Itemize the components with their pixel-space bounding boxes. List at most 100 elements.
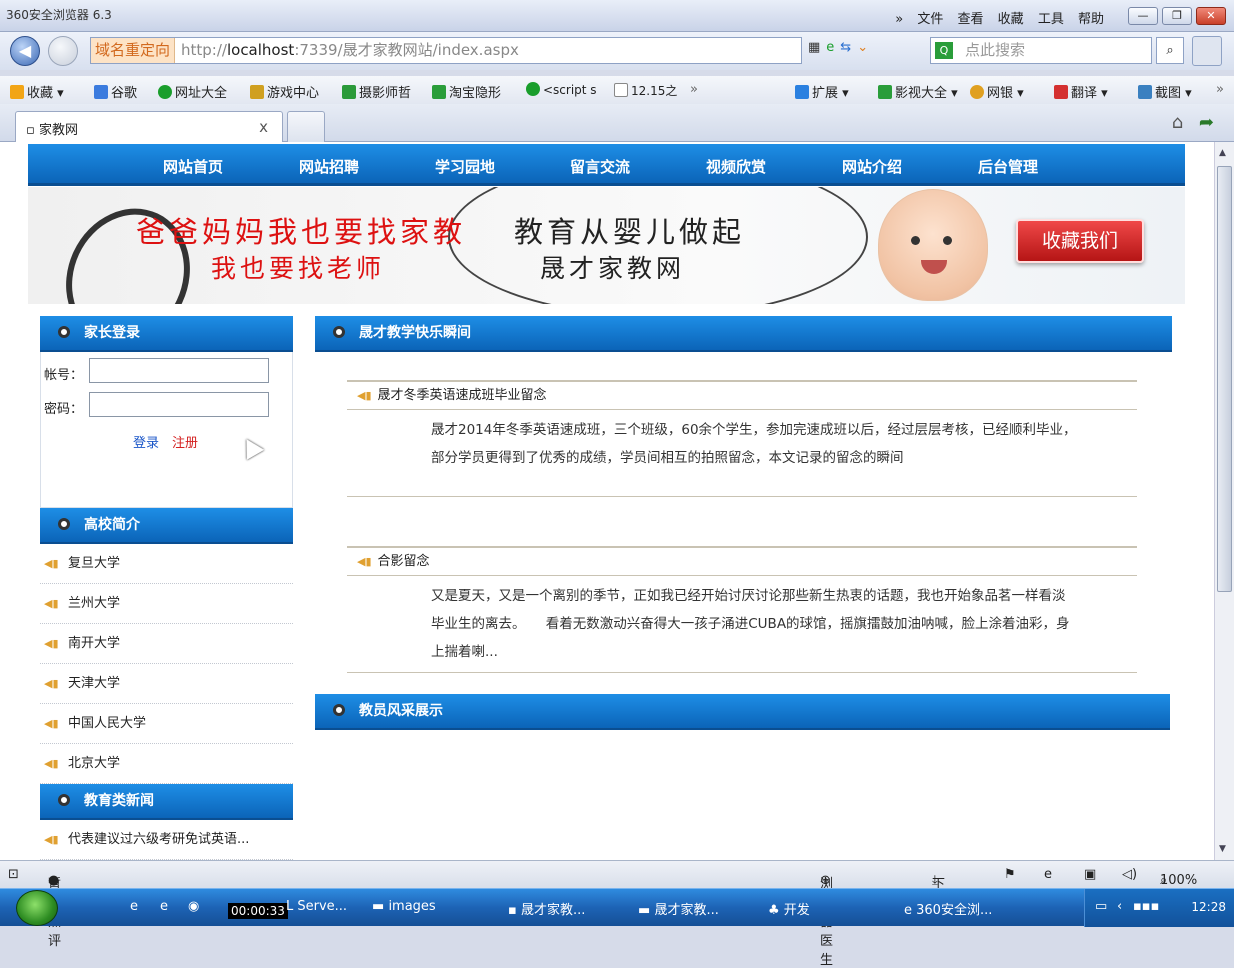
login-link[interactable]: 登录	[133, 432, 159, 451]
taskbar-item-sqlserver[interactable]: L Serve...	[286, 899, 347, 914]
login-panel: 帐号： 密码： 登录 注册	[40, 352, 293, 508]
page-icon	[614, 83, 628, 97]
search-engine-icon[interactable]: Q	[935, 42, 953, 59]
article-title[interactable]: ◀▮ 合影留念	[347, 548, 1137, 576]
speaker-bullet-icon: ◀▮	[44, 557, 59, 570]
taskbar-item-site-1[interactable]: ▪ 晟才家教...	[508, 899, 585, 918]
list-item[interactable]: ◀▮ 南开大学	[40, 624, 293, 664]
sidebar-toggle-icon[interactable]: ⊡	[8, 867, 19, 882]
taskbar-item-dev[interactable]: ♣ 开发	[768, 899, 810, 918]
menu-favorites[interactable]: 收藏	[998, 12, 1024, 27]
search-button[interactable]: ⌕	[1156, 37, 1184, 64]
recording-timer: 00:00:33	[228, 903, 288, 919]
bullet-icon	[333, 326, 345, 338]
tab-close-button[interactable]: x	[259, 118, 268, 136]
list-item[interactable]: ◀▮ 天津大学	[40, 664, 293, 704]
fav-item-photographer[interactable]: 摄影师哲	[342, 82, 411, 101]
ie-mode-icon[interactable]: e	[826, 40, 834, 55]
new-tab-button[interactable]	[287, 111, 325, 142]
back-button[interactable]: ◀	[10, 36, 40, 66]
keyboard-icon[interactable]: ▭	[1095, 899, 1107, 914]
tray-apps-icon[interactable]: ▪▪▪	[1133, 899, 1159, 914]
undo-arrow-icon[interactable]: ➦	[1199, 112, 1214, 133]
list-item[interactable]: ◀▮ 代表建议过六级考研免试英语...	[40, 820, 293, 860]
forward-button[interactable]	[48, 36, 78, 66]
menu-view[interactable]: 查看	[958, 12, 984, 27]
menu-help[interactable]: 帮助	[1078, 12, 1104, 27]
nav-admin[interactable]: 后台管理	[978, 156, 1038, 177]
window-icon[interactable]: ▣	[1084, 867, 1096, 882]
right-column: 晟才教学快乐瞬间 ◀▮ 晟才冬季英语速成班毕业留念 晟才2014年冬季英语速成班，…	[315, 316, 1172, 730]
taskbar-item-images[interactable]: ▬ images	[372, 899, 436, 914]
register-link[interactable]: 注册	[172, 432, 198, 451]
scroll-thumb[interactable]	[1217, 166, 1232, 592]
taskbar-item-360browser[interactable]: e 360安全浏...	[904, 899, 992, 918]
menu-tools[interactable]: 工具	[1038, 12, 1064, 27]
nav-home[interactable]: 网站首页	[163, 156, 223, 177]
list-item[interactable]: ◀▮ 复旦大学	[40, 544, 293, 584]
taskbar-item-site-2[interactable]: ▬ 晟才家教...	[638, 899, 719, 918]
dropdown-chevron-icon[interactable]: ⌄	[857, 40, 868, 55]
list-item[interactable]: ◀▮ 中国人民大学	[40, 704, 293, 744]
password-field[interactable]	[89, 392, 269, 417]
speaker-bullet-icon: ◀▮	[44, 677, 59, 690]
fav-item-taobao[interactable]: 淘宝隐形	[432, 82, 501, 101]
fav-item-games[interactable]: 游戏中心	[250, 82, 319, 101]
universities-heading: 高校简介	[40, 508, 293, 544]
scroll-down-icon[interactable]: ▼	[1219, 844, 1226, 854]
nav-messages[interactable]: 留言交流	[570, 156, 630, 177]
account-label: 帐号：	[44, 368, 84, 383]
speaker-bullet-icon: ◀▮	[357, 555, 372, 568]
fav-item-screenshot[interactable]: 截图 ▾	[1138, 82, 1192, 101]
flag-icon[interactable]: ⚑	[1004, 867, 1016, 882]
quicklaunch-ie-icon[interactable]: e	[130, 899, 138, 914]
vertical-scrollbar[interactable]: ▲ ▼	[1214, 142, 1234, 860]
menu-file[interactable]: 文件	[917, 12, 943, 27]
fav-item-translate[interactable]: 翻译 ▾	[1054, 82, 1108, 101]
minimize-button[interactable]: —	[1128, 7, 1158, 25]
close-window-button[interactable]: ✕	[1196, 7, 1226, 25]
nav-about[interactable]: 网站介绍	[842, 156, 902, 177]
article-title[interactable]: ◀▮ 晟才冬季英语速成班毕业留念	[347, 382, 1137, 410]
fav-item-google[interactable]: 谷歌	[94, 82, 137, 101]
maximize-button[interactable]: ❐	[1162, 7, 1192, 25]
tray-expand-icon[interactable]: ‹	[1117, 899, 1122, 914]
fav-item-bank[interactable]: 网银 ▾	[970, 82, 1024, 101]
list-item[interactable]: ◀▮ 兰州大学	[40, 584, 293, 624]
bullet-icon	[58, 794, 70, 806]
speed-mode-icon[interactable]: ⇆	[840, 40, 851, 55]
list-item[interactable]: ◀▮ 北京大学	[40, 744, 293, 784]
fav-more-left[interactable]: »	[690, 82, 698, 97]
fav-item-1215[interactable]: 12.15之	[614, 82, 677, 99]
url-field[interactable]: 域名重定向 http://localhost:7339/晟才家教网站/index.…	[90, 37, 802, 64]
quicklaunch-app-icon[interactable]: ◉	[188, 899, 199, 914]
menu-more[interactable]: »	[895, 12, 903, 27]
fav-item-script[interactable]: <script s	[526, 82, 597, 97]
news-heading: 教育类新闻	[40, 784, 293, 820]
fav-more-right[interactable]: »	[1216, 82, 1224, 97]
clock: 12:28	[1191, 900, 1226, 914]
sound-icon[interactable]: ◁)	[1122, 867, 1137, 882]
quicklaunch-360-icon[interactable]: e	[160, 899, 168, 914]
fav-item-shoucang[interactable]: 收藏 ▾	[10, 82, 64, 101]
fav-item-directory[interactable]: 网址大全	[158, 82, 227, 101]
nav-recruit[interactable]: 网站招聘	[299, 156, 359, 177]
coin-icon	[970, 85, 984, 99]
nav-videos[interactable]: 视频欣赏	[706, 156, 766, 177]
speaker-bullet-icon: ◀▮	[44, 757, 59, 770]
nav-study[interactable]: 学习园地	[435, 156, 495, 177]
qrcode-icon[interactable]: ▦	[808, 40, 820, 55]
search-input[interactable]: Q 点此搜索	[930, 37, 1152, 64]
redirect-badge[interactable]: 域名重定向	[91, 38, 176, 63]
user-account-button[interactable]	[1192, 36, 1222, 66]
account-field[interactable]	[89, 358, 269, 383]
moments-heading: 晟才教学快乐瞬间	[315, 316, 1172, 352]
fav-item-extensions[interactable]: 扩展 ▾	[795, 82, 849, 101]
fav-item-video[interactable]: 影视大全 ▾	[878, 82, 958, 101]
ie-icon[interactable]: e	[1044, 867, 1052, 882]
home-icon[interactable]: ⌂	[1172, 112, 1183, 133]
start-button[interactable]	[16, 890, 58, 926]
bookmark-us-button[interactable]: 收藏我们	[1016, 219, 1144, 263]
scroll-up-icon[interactable]: ▲	[1219, 148, 1226, 158]
tab-jiajiao[interactable]: ▫ 家教网 x	[15, 111, 283, 142]
